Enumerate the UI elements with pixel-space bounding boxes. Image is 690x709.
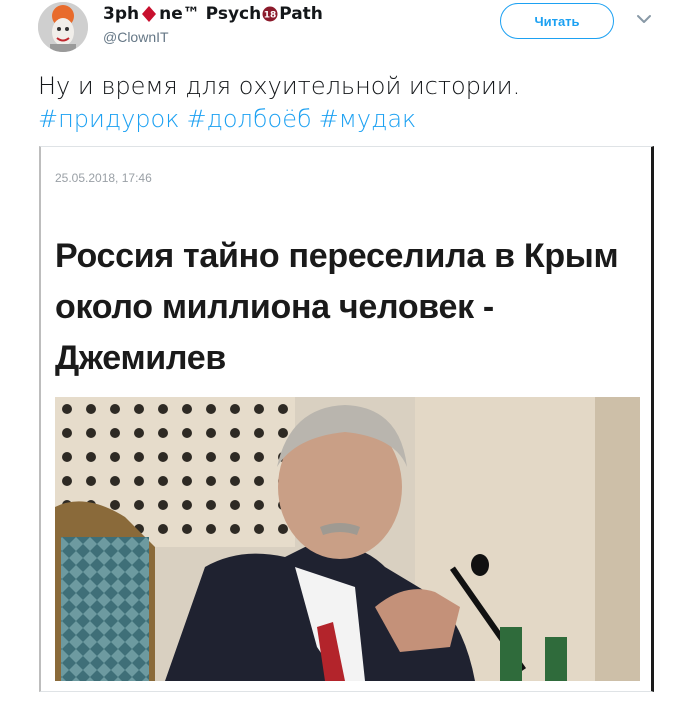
avatar[interactable]	[38, 2, 88, 52]
user-name-part3: Path	[279, 4, 323, 24]
user-handle[interactable]: @ClownIT	[103, 29, 169, 45]
svg-text:18: 18	[264, 11, 277, 21]
hashtag[interactable]: #придурок	[38, 105, 179, 133]
tweet-media[interactable]: 25.05.2018, 17:46 Россия тайно переселил…	[39, 146, 654, 692]
diamond-icon	[142, 6, 157, 22]
user-name-part1: 3ph	[103, 4, 140, 24]
user-name[interactable]: 3ph ne™ Psych 18 Path	[103, 4, 323, 24]
hashtag[interactable]: #мудак	[319, 105, 417, 133]
hashtag[interactable]: #долбоёб	[186, 105, 311, 133]
hashtag-list: #придурок #долбоёб #мудак	[38, 103, 658, 136]
article-title: Россия тайно переселила в Крым около мил…	[55, 237, 619, 377]
clown-avatar-icon	[38, 2, 88, 52]
follow-button[interactable]: Читать	[500, 3, 614, 39]
tweet-header: 3ph ne™ Psych 18 Path @ClownIT Читать	[0, 0, 690, 62]
chevron-down-icon[interactable]	[635, 12, 653, 26]
user-name-part2: ne™ Psych	[159, 4, 262, 24]
age-18-icon: 18	[262, 6, 278, 22]
article-date: 25.05.2018, 17:46	[55, 171, 152, 185]
photo-illustration	[55, 397, 640, 681]
article-photo	[55, 397, 640, 681]
tweet-body: Ну и время для охуительной истории.	[38, 72, 521, 100]
tweet-text: Ну и время для охуительной истории. #при…	[38, 70, 658, 136]
